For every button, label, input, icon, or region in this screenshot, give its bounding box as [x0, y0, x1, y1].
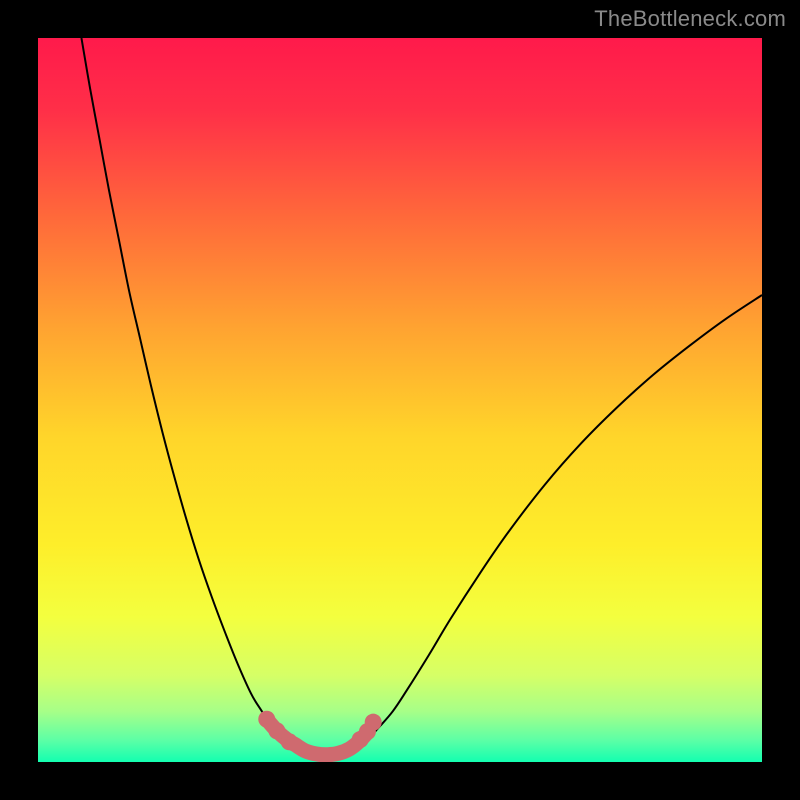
plot-area [38, 38, 762, 762]
watermark-text: TheBottleneck.com [594, 6, 786, 32]
highlight-dot [281, 733, 298, 750]
highlight-dot [365, 714, 382, 731]
bottleneck-chart [38, 38, 762, 762]
gradient-background [38, 38, 762, 762]
chart-frame: TheBottleneck.com [0, 0, 800, 800]
